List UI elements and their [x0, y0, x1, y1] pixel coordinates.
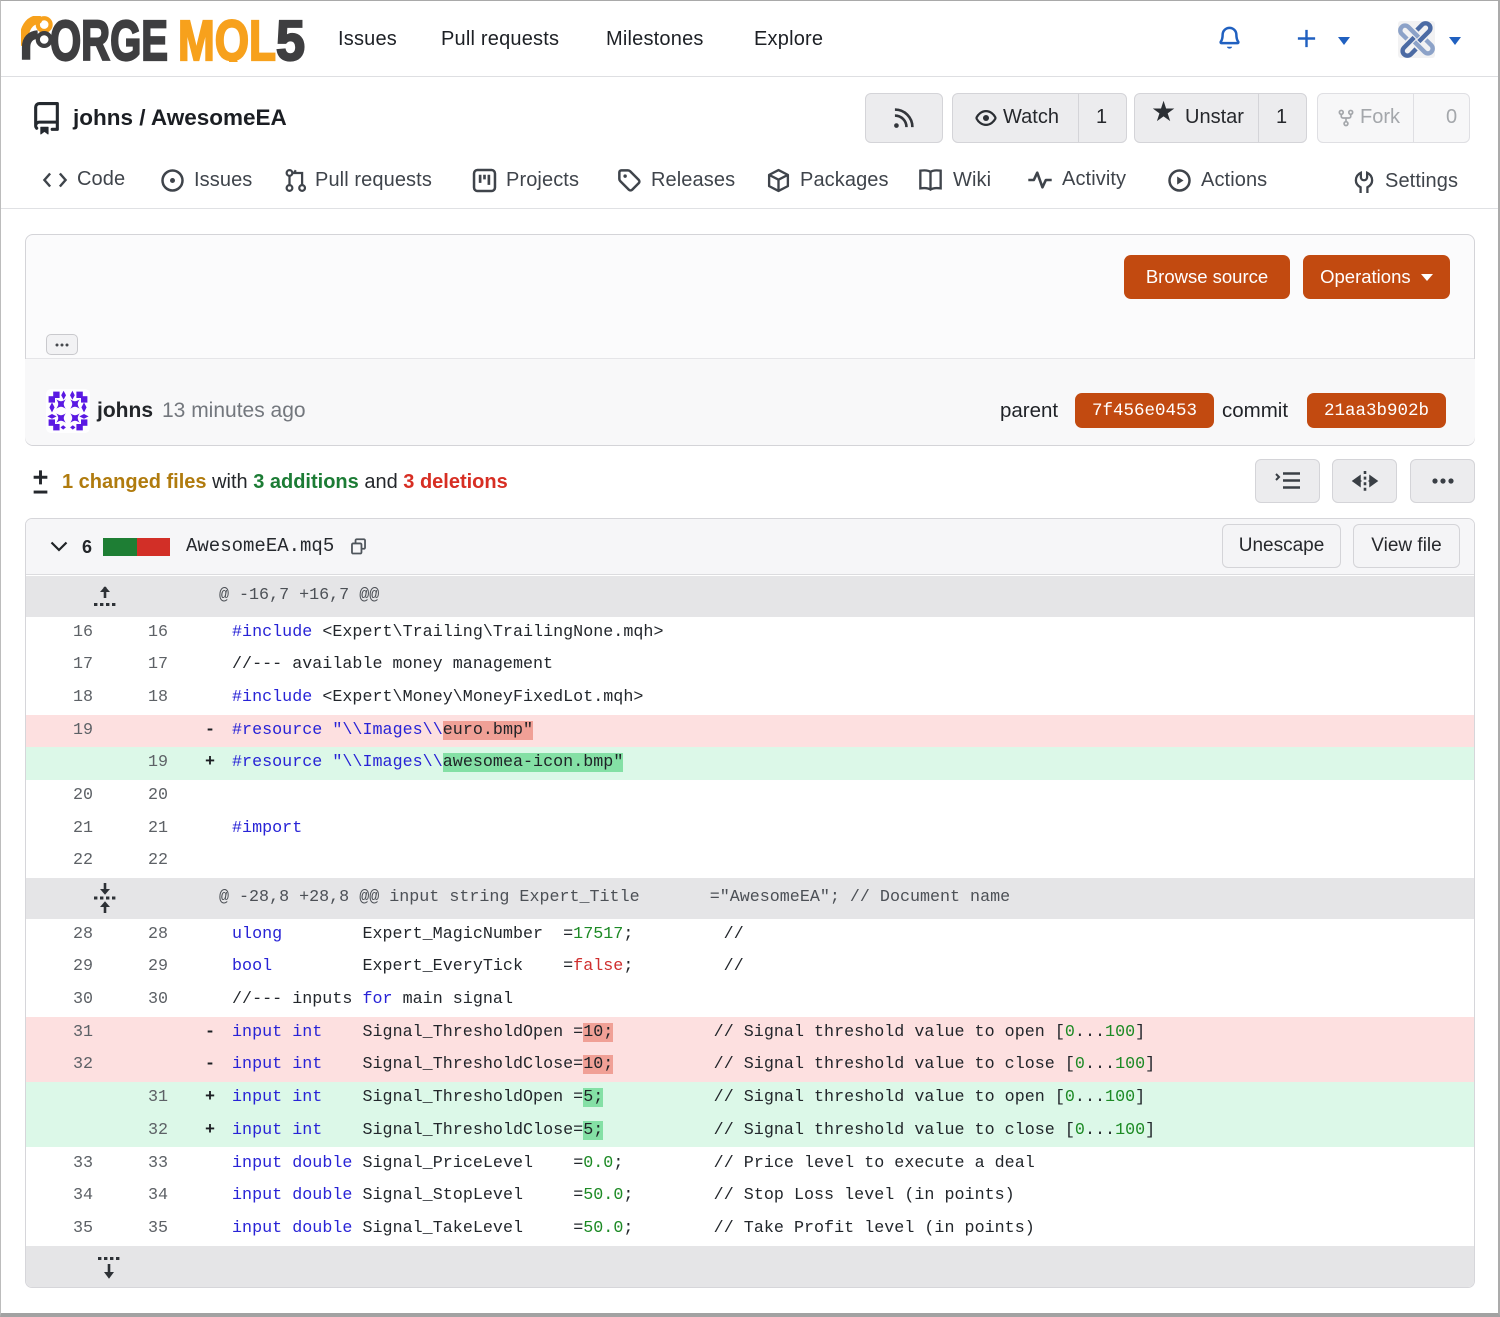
svg-text:5: 5: [276, 16, 305, 62]
svg-text:ORGE: ORGE: [50, 16, 168, 62]
svg-text:MQL: MQL: [178, 16, 276, 62]
